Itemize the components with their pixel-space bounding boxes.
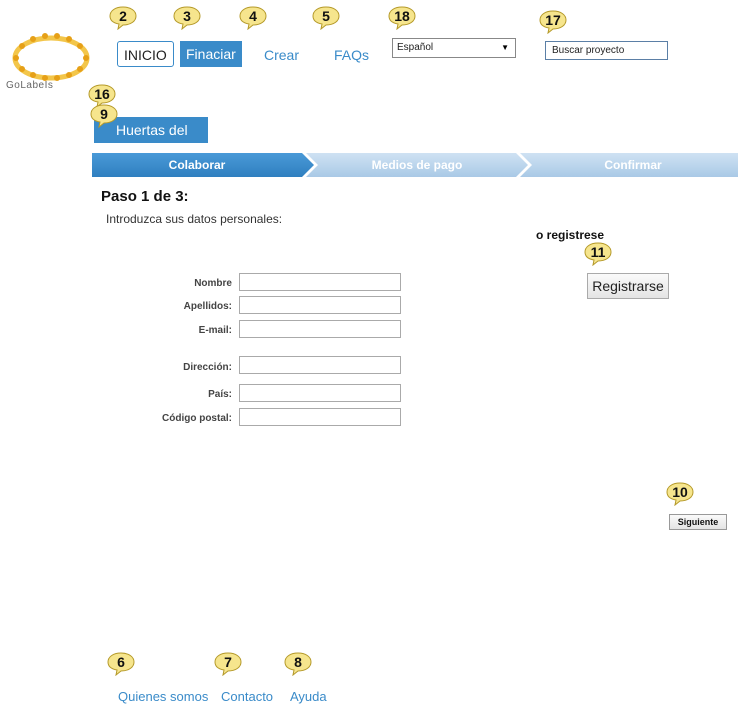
search-input[interactable]: Buscar proyecto <box>545 41 668 60</box>
email-field[interactable] <box>239 320 401 338</box>
nav-inicio-button[interactable]: INICIO <box>117 41 174 67</box>
annotation-number: 6 <box>117 654 125 670</box>
annotation-bubble: 3 <box>173 6 201 31</box>
logo-text: GoLabeIs <box>6 80 54 91</box>
annotation-bubble: 17 <box>539 10 567 35</box>
pais-label: País: <box>208 389 232 400</box>
annotation-number: 18 <box>394 8 410 24</box>
step-colaborar: Colaborar <box>168 158 226 172</box>
register-button[interactable]: Registrarse <box>587 273 669 299</box>
apellidos-label: Apellidos: <box>183 301 232 312</box>
annotation-bubble: 4 <box>239 6 267 31</box>
annotation-bubble: 9 <box>90 104 118 129</box>
annotation-bubble: 8 <box>284 652 312 677</box>
annotation-number: 7 <box>224 654 232 670</box>
footer-ayuda-link[interactable]: Ayuda <box>290 689 327 704</box>
direccion-label: Dirección: <box>183 362 232 373</box>
nav-faqs-link[interactable]: FAQs <box>328 42 375 68</box>
annotation-number: 2 <box>119 8 127 24</box>
annotation-bubble: 18 <box>388 6 416 31</box>
footer-contacto-link[interactable]: Contacto <box>221 689 273 704</box>
language-select-value: Español <box>397 42 434 53</box>
annotation-bubble: 2 <box>109 6 137 31</box>
nombre-label: Nombre <box>194 278 232 289</box>
annotation-bubble: 7 <box>214 652 242 677</box>
annotation-number: 5 <box>322 8 330 24</box>
nav-financiar-button[interactable]: Finaciar <box>180 41 242 67</box>
nombre-field[interactable] <box>239 273 401 291</box>
codigo-postal-field[interactable] <box>239 408 401 426</box>
annotation-number: 4 <box>249 8 257 24</box>
email-label: E-mail: <box>198 325 232 336</box>
annotation-bubble: 11 <box>584 242 612 267</box>
next-button[interactable]: Siguiente <box>669 514 727 530</box>
apellidos-field[interactable] <box>239 296 401 314</box>
step-medios-de-pago: Medios de pago <box>371 158 463 172</box>
annotation-number: 9 <box>100 106 108 122</box>
dropdown-arrow-icon: ▼ <box>501 43 509 52</box>
codigo-postal-label: Código postal: <box>162 413 232 424</box>
annotation-number: 11 <box>590 244 606 260</box>
pais-field[interactable] <box>239 384 401 402</box>
annotation-number: 17 <box>545 12 561 28</box>
step-confirmar: Confirmar <box>604 158 662 172</box>
annotation-bubble: 10 <box>666 482 694 507</box>
footer-quienes-somos-link[interactable]: Quienes somos <box>118 689 208 704</box>
language-select[interactable]: Español ▼ <box>392 38 516 58</box>
annotation-number: 10 <box>672 484 688 500</box>
annotation-bubble: 5 <box>312 6 340 31</box>
annotation-number: 3 <box>183 8 191 24</box>
form-intro: Introduzca sus datos personales: <box>106 212 283 226</box>
annotation-number: 8 <box>294 654 302 670</box>
steps-bar: Colaborar Medios de pago Confirmar <box>92 153 738 177</box>
annotation-number: 16 <box>94 86 110 102</box>
step-title: Paso 1 de 3: <box>101 188 189 205</box>
annotation-bubble: 6 <box>107 652 135 677</box>
direccion-field[interactable] <box>239 356 401 374</box>
register-heading: o registrese <box>536 228 605 242</box>
nav-crear-link[interactable]: Crear <box>258 42 305 68</box>
